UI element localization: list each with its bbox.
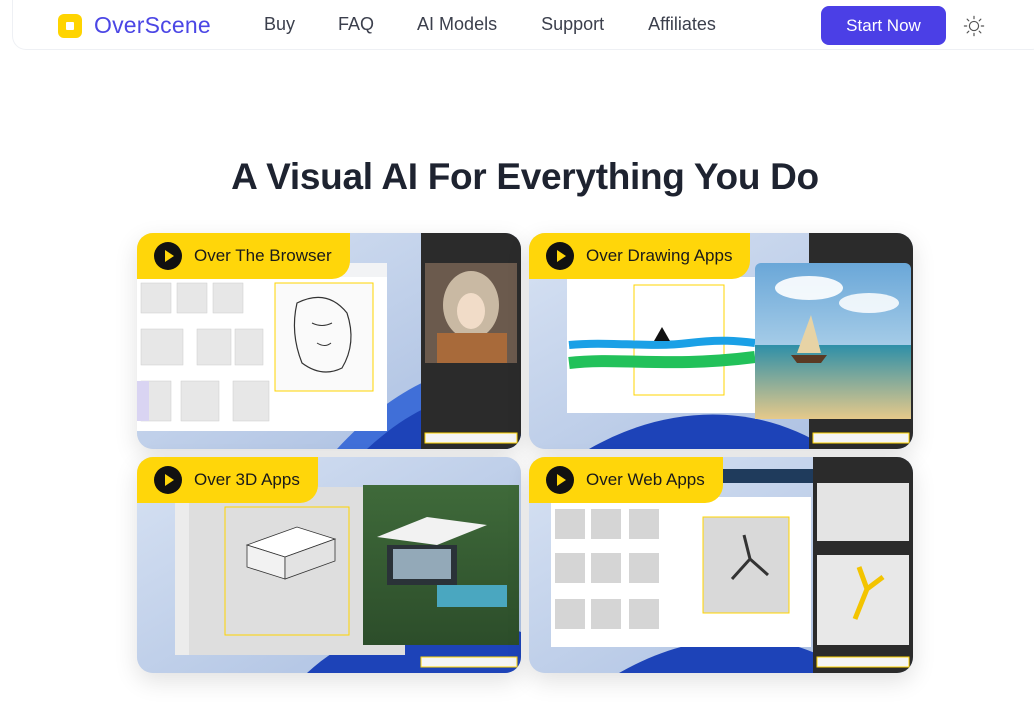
play-icon[interactable] [546, 242, 574, 270]
play-icon[interactable] [154, 242, 182, 270]
site-header: OverScene Buy FAQ AI Models Support Affi… [12, 0, 1034, 50]
brand-name: OverScene [94, 12, 211, 38]
card-label: Over Web Apps [586, 470, 705, 489]
card-label: Over 3D Apps [194, 470, 300, 489]
brand-logo[interactable]: OverScene [58, 12, 211, 39]
card-tag: Over 3D Apps [137, 457, 318, 503]
nav-ai-models[interactable]: AI Models [417, 14, 497, 35]
card-over-drawing-apps[interactable]: Over Drawing Apps [529, 233, 913, 449]
play-icon[interactable] [154, 466, 182, 494]
hero-title: A Visual AI For Everything You Do [231, 156, 819, 197]
nav-support[interactable]: Support [541, 14, 604, 35]
main-nav: Buy FAQ AI Models Support Affiliates [264, 14, 716, 35]
card-over-browser[interactable]: Over The Browser [137, 233, 521, 449]
card-over-3d-apps[interactable]: Over 3D Apps [137, 457, 521, 673]
logo-icon [58, 13, 82, 38]
nav-affiliates[interactable]: Affiliates [648, 14, 716, 35]
nav-faq[interactable]: FAQ [338, 14, 374, 35]
card-label: Over The Browser [194, 246, 332, 265]
play-icon[interactable] [546, 466, 574, 494]
nav-buy[interactable]: Buy [264, 14, 295, 35]
card-tag: Over Web Apps [529, 457, 723, 503]
card-over-web-apps[interactable]: Over Web Apps [529, 457, 913, 673]
start-now-button[interactable]: Start Now [821, 6, 946, 45]
card-tag: Over Drawing Apps [529, 233, 751, 279]
sun-icon[interactable] [963, 15, 985, 37]
card-label: Over Drawing Apps [586, 246, 733, 265]
card-tag: Over The Browser [137, 233, 350, 279]
